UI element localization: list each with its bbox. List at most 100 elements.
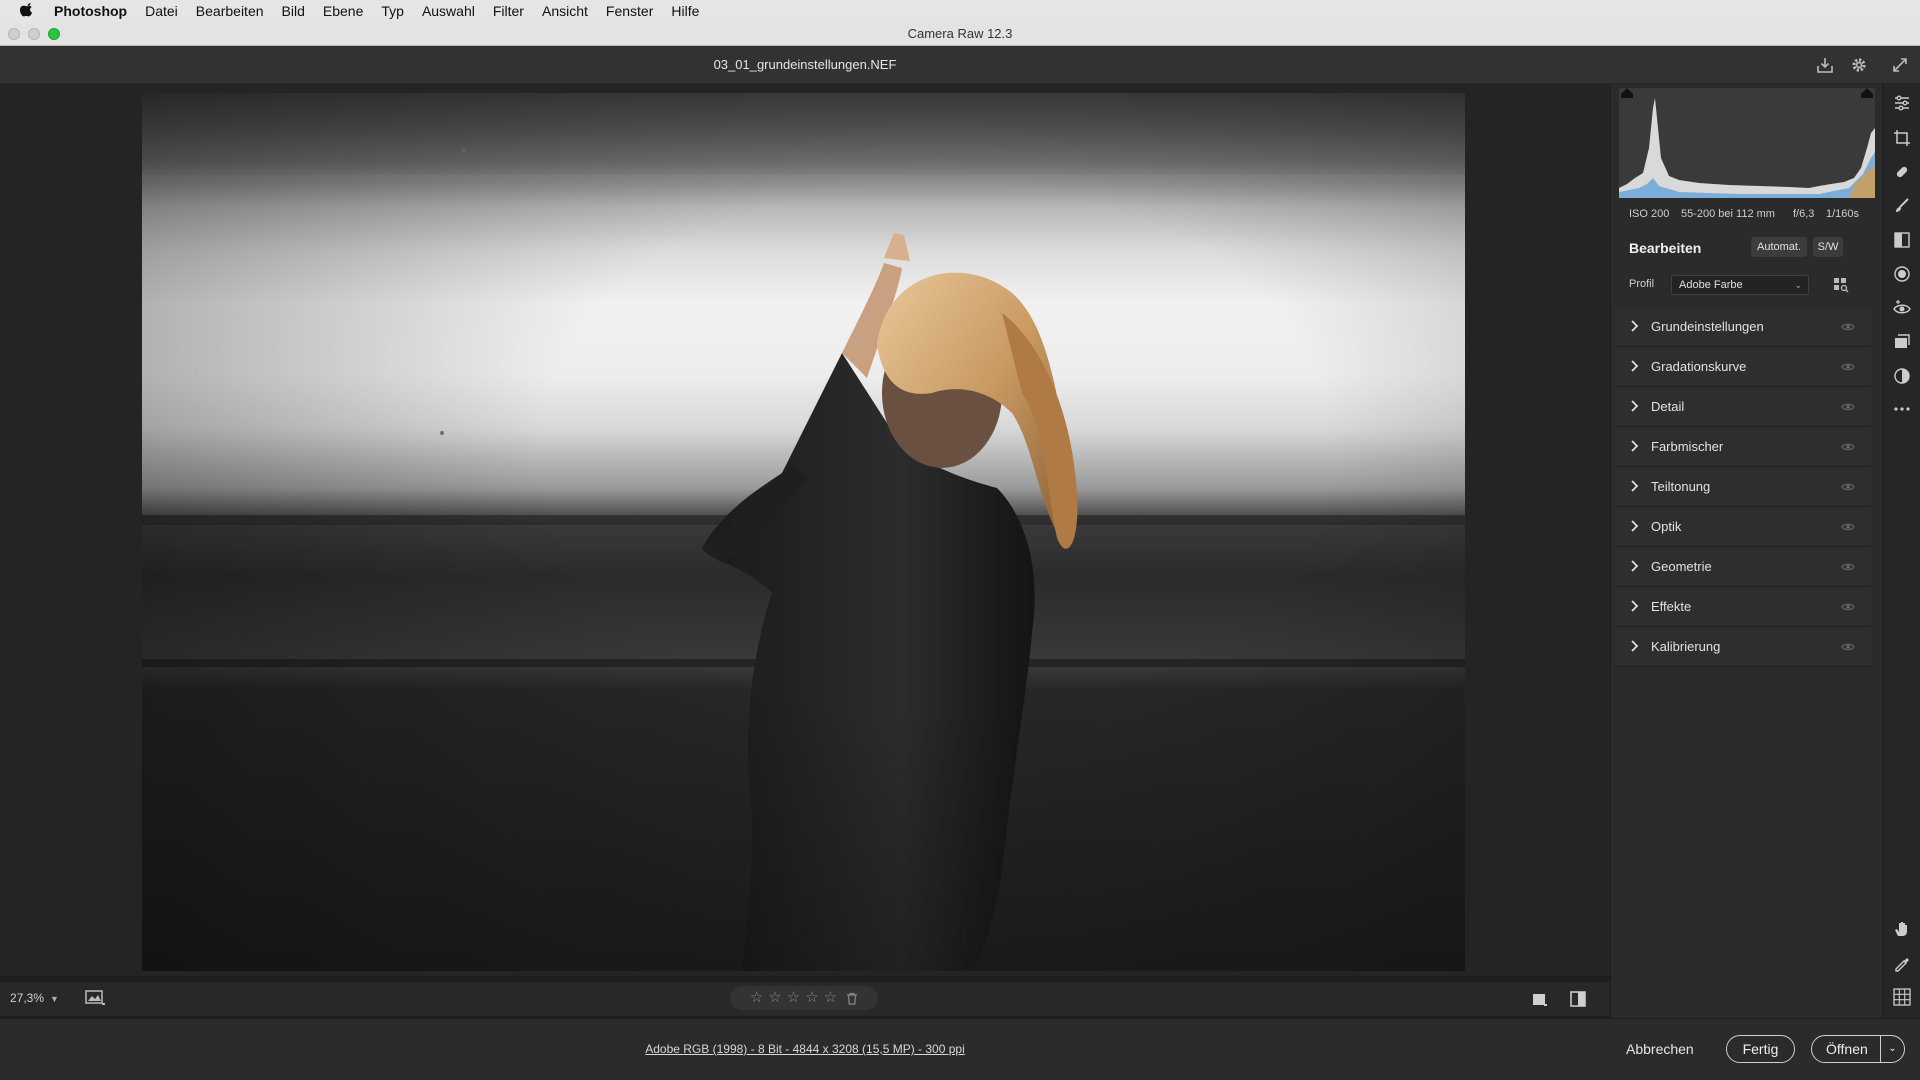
canvas-toolbar: 27,3% ▼ ☆ ☆ ☆ ☆ ☆ [0,982,1610,1016]
before-after-icon[interactable] [1569,990,1587,1008]
section-grundeinstellungen[interactable]: Grundeinstellungen [1615,307,1871,347]
brush-icon[interactable] [1893,197,1911,215]
edit-title: Bearbeiten [1629,240,1702,256]
profile-value: Adobe Farbe [1679,279,1743,291]
filmstrip-icon[interactable] [84,989,106,1007]
menu-ebene[interactable]: Ebene [323,0,363,22]
profile-browser-icon[interactable] [1833,277,1849,293]
save-icon[interactable] [1815,55,1835,75]
menu-filter[interactable]: Filter [493,0,524,22]
edit-sliders-icon[interactable] [1893,94,1911,112]
section-geometrie[interactable]: Geometrie [1615,547,1871,587]
snapshot-icon[interactable] [1893,333,1911,351]
chevron-right-icon [1631,560,1639,572]
rating-star-2[interactable]: ☆ [768,986,781,1010]
done-button[interactable]: Fertig [1726,1035,1795,1063]
heal-icon[interactable] [1893,163,1911,181]
rating-star-3[interactable]: ☆ [787,986,800,1010]
section-label: Detail [1651,399,1685,414]
chevron-right-icon [1631,640,1639,652]
section-kalibrierung[interactable]: Kalibrierung [1615,627,1871,667]
cancel-button[interactable]: Abbrechen [1626,1041,1694,1057]
hand-icon[interactable] [1893,920,1911,938]
menu-bar: Photoshop Datei Bearbeiten Bild Ebene Ty… [0,0,1920,22]
auto-button[interactable]: Automat. [1751,237,1807,257]
rating-star-4[interactable]: ☆ [805,986,818,1010]
menu-hilfe[interactable]: Hilfe [671,0,699,22]
menu-fenster[interactable]: Fenster [606,0,653,22]
apple-icon[interactable] [20,3,34,19]
eye-icon[interactable] [1841,522,1855,532]
menu-app-name[interactable]: Photoshop [54,0,127,22]
profile-row: Profil Adobe Farbe ⌄ [1611,269,1883,301]
section-optik[interactable]: Optik [1615,507,1871,547]
image-canvas[interactable] [0,84,1610,976]
bw-button[interactable]: S/W [1813,237,1843,257]
redeye-icon[interactable] [1893,299,1911,317]
section-farbmischer[interactable]: Farbmischer [1615,427,1871,467]
section-label: Geometrie [1651,559,1712,574]
gradient-icon[interactable] [1893,231,1911,249]
eye-icon[interactable] [1841,482,1855,492]
section-detail[interactable]: Detail [1615,387,1871,427]
menu-typ[interactable]: Typ [381,0,404,22]
eye-icon[interactable] [1841,442,1855,452]
single-view-icon[interactable] [1530,990,1548,1008]
crop-icon[interactable] [1893,129,1911,147]
open-button[interactable]: Öffnen ⌄ [1811,1035,1905,1063]
trash-icon[interactable] [846,992,858,1005]
eye-icon[interactable] [1841,402,1855,412]
chevron-right-icon [1631,440,1639,452]
more-icon[interactable] [1893,400,1911,418]
photo-vignette [142,93,1465,971]
file-name: 03_01_grundeinstellungen.NEF [713,57,897,72]
window-title: Camera Raw 12.3 [907,26,1013,41]
iso-value: ISO 200 [1629,208,1670,220]
presets-icon[interactable] [1893,367,1911,385]
shutter-value: 1/160s [1826,208,1860,220]
section-label: Gradationskurve [1651,359,1747,374]
profile-label: Profil [1629,278,1655,290]
profile-select[interactable]: Adobe Farbe ⌄ [1671,275,1809,295]
menu-ansicht[interactable]: Ansicht [542,0,588,22]
radial-icon[interactable] [1893,265,1911,283]
aperture-value: f/6,3 [1793,208,1815,220]
section-label: Teiltonung [1651,479,1711,494]
chevron-down-icon[interactable]: ⌄ [1880,1036,1904,1062]
eye-icon[interactable] [1841,642,1855,652]
rating-star-5[interactable]: ☆ [824,986,837,1010]
panel-sections: Grundeinstellungen Gradationskurve Detai… [1615,307,1871,667]
menu-bild[interactable]: Bild [282,0,305,22]
chevron-right-icon [1631,600,1639,612]
section-label: Farbmischer [1651,439,1724,454]
eye-icon[interactable] [1841,562,1855,572]
section-teiltonung[interactable]: Teiltonung [1615,467,1871,507]
section-effekte[interactable]: Effekte [1615,587,1871,627]
chevron-right-icon [1631,360,1639,372]
fullscreen-icon[interactable] [1890,55,1910,75]
rating-star-1[interactable]: ☆ [750,986,763,1010]
chevron-right-icon [1631,400,1639,412]
rating-bar: ☆ ☆ ☆ ☆ ☆ [730,986,878,1010]
chevron-right-icon [1631,520,1639,532]
zoom-select[interactable]: 27,3% ▼ [10,991,59,1005]
menu-bearbeiten[interactable]: Bearbeiten [196,0,264,22]
grid-icon[interactable] [1893,988,1911,1006]
camera-info: ISO 200 55-200 bei 112 mm f/6,3 1/160s [1611,202,1883,226]
preview-photo[interactable] [142,93,1465,971]
eye-icon[interactable] [1841,362,1855,372]
section-gradationskurve[interactable]: Gradationskurve [1615,347,1871,387]
menu-auswahl[interactable]: Auswahl [422,0,475,22]
workflow-options-link[interactable]: Adobe RGB (1998) - 8 Bit - 4844 x 3208 (… [0,1042,1610,1056]
menu-datei[interactable]: Datei [145,0,178,22]
section-label: Optik [1651,519,1682,534]
open-button-label: Öffnen [1826,1041,1868,1057]
histogram [1619,88,1875,198]
chevron-down-icon: ⌄ [1794,280,1802,290]
color-sampler-icon[interactable] [1893,954,1911,972]
eye-icon[interactable] [1841,322,1855,332]
gear-icon[interactable] [1849,55,1869,75]
edit-header: Bearbeiten Automat. S/W [1611,229,1883,264]
section-label: Effekte [1651,599,1692,614]
eye-icon[interactable] [1841,602,1855,612]
